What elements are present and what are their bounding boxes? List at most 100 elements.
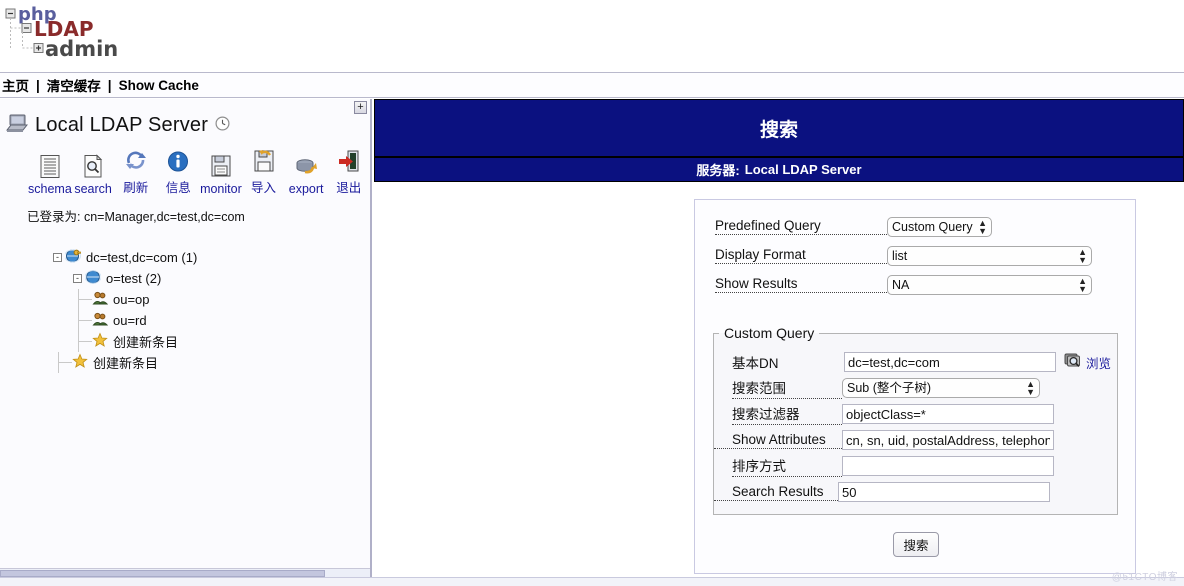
toolbar-search-label: search xyxy=(74,182,112,196)
nav-show-cache[interactable]: Show Cache xyxy=(119,78,199,93)
show-attributes-input[interactable] xyxy=(842,430,1054,450)
server-title: Local LDAP Server xyxy=(0,99,370,138)
toolbar-schema-label: schema xyxy=(28,182,72,196)
server-subbanner: 服务器: Local LDAP Server xyxy=(374,156,1184,182)
logout-icon xyxy=(337,148,361,174)
tree-label-create-entry-outer[interactable]: 创建新条目 xyxy=(93,353,158,372)
tree-guide-branch-2 xyxy=(79,320,92,321)
toolbar-export[interactable]: export xyxy=(285,153,328,196)
main-content: 搜索 服务器: Local LDAP Server Predefined Que… xyxy=(374,99,1184,577)
logged-in-status: 已登录为: cn=Manager,dc=test,dc=com xyxy=(27,210,245,224)
row-search-filter: 搜索过滤器 xyxy=(714,401,1117,427)
display-format-select-wrap[interactable]: list ▲ ▼ xyxy=(887,245,1092,266)
svg-text:admin: admin xyxy=(45,37,118,61)
tree-node-create-entry-outer[interactable]: 创建新条目 xyxy=(0,352,370,373)
tree-label-ou-op[interactable]: ou=op xyxy=(113,292,150,307)
search-submit-button[interactable]: 搜索 xyxy=(893,532,939,557)
search-results-input[interactable] xyxy=(838,482,1050,502)
nav-separator-1: | xyxy=(36,77,40,93)
toolbar-logout-label: 退出 xyxy=(336,181,362,195)
logo-band: php LDAP admin xyxy=(0,0,1184,72)
custom-query-legend: Custom Query xyxy=(724,325,815,341)
globe-key-icon xyxy=(64,248,82,267)
toolbar-info-label: 信息 xyxy=(165,181,191,195)
clock-icon xyxy=(215,115,230,136)
tree-label-base-dn[interactable]: dc=test,dc=com (1) xyxy=(86,250,197,265)
row-base-dn: 基本DN 浏览 xyxy=(714,349,1117,375)
sidebar: + Local LDAP Server schema search 刷新 信息 … xyxy=(0,99,372,577)
nav-purge-cache[interactable]: 清空缓存 xyxy=(47,75,101,95)
watermark: @51CTO博客 xyxy=(1111,572,1178,583)
top-field-rows: Predefined Query Custom Query ▲ ▼ Display… xyxy=(695,200,1135,297)
server-label: 服务器: xyxy=(696,163,740,178)
base-dn-input[interactable] xyxy=(844,352,1056,372)
toolbar-refresh[interactable]: 刷新 xyxy=(114,148,157,196)
tree-label-o-test[interactable]: o=test (2) xyxy=(106,271,161,286)
scrollbar-thumb[interactable] xyxy=(0,570,325,577)
server-value: Local LDAP Server xyxy=(744,162,862,177)
nav-separator-2: | xyxy=(107,77,112,93)
tree-node-base-dn[interactable]: - dc=test,dc=com (1) xyxy=(0,247,370,268)
row-display-format: Display Format list ▲ ▼ xyxy=(715,243,1135,268)
toolbar-logout[interactable]: 退出 xyxy=(327,148,370,196)
search-filter-label: 搜索过滤器 xyxy=(732,403,842,425)
show-attributes-label: Show Attributes xyxy=(714,432,842,449)
predefined-query-select-wrap[interactable]: Custom Query ▲ ▼ xyxy=(887,216,992,237)
tree-collapse-toggle[interactable]: - xyxy=(53,253,62,262)
schema-icon xyxy=(38,153,62,179)
search-scope-label: 搜索范围 xyxy=(732,377,842,399)
star-icon xyxy=(72,353,88,372)
phpldapadmin-logo: php LDAP admin xyxy=(4,4,124,66)
globe-icon xyxy=(84,269,102,288)
page-title: 搜索 xyxy=(759,119,798,141)
nav-home[interactable]: 主页 xyxy=(2,75,29,95)
search-form-panel: Predefined Query Custom Query ▲ ▼ Display… xyxy=(694,199,1136,574)
search-icon xyxy=(81,153,105,179)
custom-query-fieldset: Custom Query 基本DN 浏览 xyxy=(713,325,1118,515)
sidebar-horizontal-scrollbar[interactable] xyxy=(0,568,370,577)
search-scope-select[interactable]: Sub (整个子树) xyxy=(842,378,1040,398)
search-filter-input[interactable] xyxy=(842,404,1054,424)
page-root: php LDAP admin 主页 | 清空缓存 | Show Cache + xyxy=(0,0,1184,586)
toolbar-monitor[interactable]: monitor xyxy=(200,153,243,196)
users-icon xyxy=(92,290,109,309)
browse-base-dn-link[interactable]: 浏览 xyxy=(1063,351,1111,374)
import-icon xyxy=(252,148,276,174)
submit-row: 搜索 xyxy=(695,532,1137,557)
page-title-banner: 搜索 xyxy=(374,99,1184,156)
predefined-query-select[interactable]: Custom Query xyxy=(887,216,992,237)
users-icon xyxy=(92,311,109,330)
info-icon xyxy=(166,148,190,174)
star-icon xyxy=(92,332,108,351)
tree-label-ou-rd[interactable]: ou=rd xyxy=(113,313,147,328)
sort-by-input[interactable] xyxy=(842,456,1054,476)
row-search-scope: 搜索范围 Sub (整个子树) ▲ ▼ xyxy=(714,375,1117,401)
display-format-select[interactable]: list xyxy=(887,245,1092,266)
base-dn-label: 基本DN xyxy=(732,356,779,371)
sidebar-expand-button[interactable]: + xyxy=(354,101,367,114)
toolbar-search[interactable]: search xyxy=(72,153,115,196)
ldap-tree: - dc=test,dc=com (1) - o=test (2) ou=op … xyxy=(0,225,370,373)
server-name: Local LDAP Server xyxy=(35,114,209,136)
predefined-query-label: Predefined Query xyxy=(715,218,887,235)
show-results-select[interactable]: NA xyxy=(887,274,1092,295)
tree-node-ou-op[interactable]: ou=op xyxy=(0,289,370,310)
tree-node-ou-rd[interactable]: ou=rd xyxy=(0,310,370,331)
tree-node-create-entry-inner[interactable]: 创建新条目 xyxy=(0,331,370,352)
bottom-scrollbar[interactable] xyxy=(0,577,1184,586)
tree-node-o-test[interactable]: - o=test (2) xyxy=(0,268,370,289)
toolbar-import-label: 导入 xyxy=(251,181,277,195)
toolbar-schema[interactable]: schema xyxy=(28,153,72,196)
show-results-label: Show Results xyxy=(715,276,887,293)
tree-label-create-entry-inner[interactable]: 创建新条目 xyxy=(113,332,178,351)
toolbar-import[interactable]: 导入 xyxy=(242,148,285,196)
row-search-results-limit: Search Results xyxy=(714,479,1117,505)
search-scope-select-wrap[interactable]: Sub (整个子树) ▲ ▼ xyxy=(842,378,1040,398)
toolbar-refresh-label: 刷新 xyxy=(123,181,149,195)
refresh-icon xyxy=(124,148,148,174)
tree-collapse-toggle-2[interactable]: - xyxy=(73,274,82,283)
show-results-select-wrap[interactable]: NA ▲ ▼ xyxy=(887,274,1092,295)
monitor-icon xyxy=(209,153,233,179)
search-results-label: Search Results xyxy=(714,484,838,501)
toolbar-info[interactable]: 信息 xyxy=(157,148,200,196)
